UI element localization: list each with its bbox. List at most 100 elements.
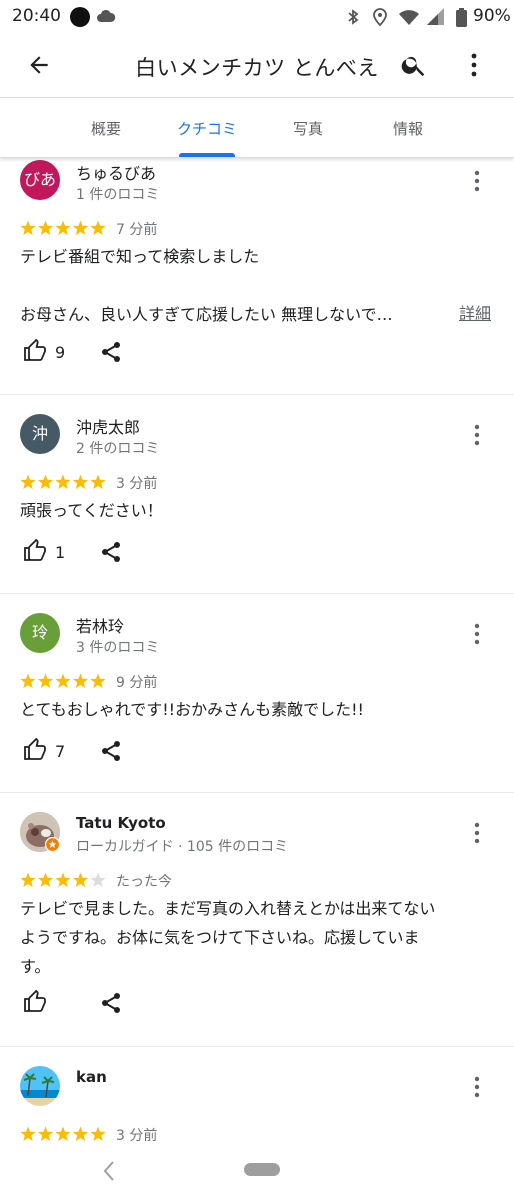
review-time: 7 分前 [116,222,158,238]
more-vert-icon[interactable] [472,424,482,446]
star-icon [55,872,71,887]
cloud-icon [97,9,116,22]
star-icon [20,872,36,887]
star-icon [55,220,71,235]
system-nav-bar [0,1155,514,1200]
more-vert-icon[interactable] [472,170,482,192]
location-icon [373,8,387,26]
reviewer-name[interactable]: 沖虎太郎 [76,414,140,438]
star-rating [20,1126,108,1142]
review-text-line: す。 [20,957,51,976]
review-time: 3 分前 [116,1128,158,1144]
review-card: 玲 若林玲 3 件のロコミ 9 分前 とてもおしゃれです!!おかみさんも素敵でし… [0,594,514,792]
thumb-up-icon[interactable] [22,990,48,1014]
star-rating [20,474,108,490]
nav-back-icon[interactable] [102,1160,116,1182]
star-icon [72,220,89,235]
star-icon [37,1126,54,1141]
more-vert-icon[interactable] [472,1076,482,1098]
star-icon [20,220,36,235]
avatar[interactable]: びあ [20,160,60,200]
star-icon [20,474,36,489]
share-icon[interactable] [100,992,122,1014]
star-icon [55,474,71,489]
star-icon [37,220,54,235]
more-vert-icon[interactable] [472,822,482,844]
review-time: 9 分前 [116,675,158,691]
star-icon [72,872,89,887]
like-count: 7 [55,742,66,761]
star-rating [20,220,108,236]
tab-bar: 概要 クチコミ 写真 情報 [0,98,514,158]
review-text: とてもおしゃれです!!おかみさんも素敵でした!! [20,695,498,724]
signal-icon [427,8,444,25]
star-icon [37,474,54,489]
review-time: たった今 [116,874,172,890]
reviewer-meta: 2 件のロコミ [76,441,160,457]
star-rating [20,872,108,888]
review-text: テレビ番組で知って検索しました お母さん、良い人すぎて応援したい 無理しないで… [20,242,498,329]
reviewer-name[interactable]: Tatu Kyoto [76,814,166,832]
star-rating [20,673,108,689]
review-card: びあ ちゅるびあ 1 件のロコミ 7 分前 テレビ番組で知って検索しました お母… [0,158,514,394]
reviewer-name[interactable]: 若林玲 [76,613,124,637]
more-link[interactable]: 詳細 [459,300,491,324]
review-text-line: テレビで見ました。まだ写真の入れ替えとかは出来てない [20,899,436,918]
like-count: 9 [55,343,66,362]
home-pill[interactable] [244,1163,280,1176]
star-icon [90,872,106,887]
share-icon[interactable] [100,740,122,762]
star-icon [37,673,54,688]
more-vert-icon[interactable] [472,623,482,645]
search-icon[interactable] [400,51,428,79]
more-vert-icon[interactable] [468,52,480,78]
reviewer-meta: ローカルガイド · 105 件のロコミ [76,839,289,855]
thumb-up-icon[interactable] [22,539,48,563]
review-text-line: ようですね。お体に気をつけて下さいね。応援していま [20,928,420,947]
bluetooth-icon [348,9,359,25]
reviewer-meta: 3 件のロコミ [76,640,160,656]
wifi-icon [399,10,419,25]
avatar[interactable]: 沖 [20,414,60,454]
share-icon[interactable] [100,541,122,563]
star-icon [90,220,106,235]
battery-percent: 90% [473,6,511,26]
tab-info[interactable]: 情報 [382,118,434,139]
avatar[interactable] [20,1066,60,1106]
status-time: 20:40 [12,6,61,26]
notification-dot-icon [70,7,90,27]
status-bar: 20:40 90% [0,0,514,34]
star-icon [72,1126,89,1141]
review-card: Tatu Kyoto ローカルガイド · 105 件のロコミ たった今 テレビで… [0,793,514,1046]
review-text: テレビで見ました。まだ写真の入れ替えとかは出来てない ようですね。お体に気をつけ… [20,894,498,981]
thumb-up-icon[interactable] [22,339,48,363]
review-card: kan 3 分前 [0,1047,514,1155]
review-text-line [20,271,498,300]
app-bar: 白いメンチカツ とんべえ [0,34,514,98]
review-time: 3 分前 [116,476,158,492]
star-icon [20,673,36,688]
star-icon [90,673,106,688]
review-text-line: とてもおしゃれです!!おかみさんも素敵でした!! [20,700,364,719]
tab-overview[interactable]: 概要 [80,118,132,139]
avatar[interactable]: 玲 [20,613,60,653]
reviewer-name[interactable]: ちゅるびあ [76,160,156,184]
star-icon [90,474,106,489]
reviewer-name[interactable]: kan [76,1068,107,1086]
star-icon [20,1126,36,1141]
tab-indicator [179,153,235,157]
star-icon [55,1126,71,1141]
review-text-line: テレビ番組で知って検索しました [20,247,260,266]
reviewer-meta: 1 件のロコミ [76,187,160,203]
review-text-line: お母さん、良い人すぎて応援したい 無理しないで… [20,305,393,324]
star-icon [72,474,89,489]
battery-icon [456,8,467,27]
page-title: 白いメンチカツ とんべえ [135,56,379,80]
tab-photos[interactable]: 写真 [282,118,334,139]
share-icon[interactable] [100,341,122,363]
thumb-up-icon[interactable] [22,738,48,762]
local-guide-badge-icon [45,837,60,852]
star-icon [72,673,89,688]
tab-reviews[interactable]: クチコミ [167,118,247,139]
star-icon [55,673,71,688]
